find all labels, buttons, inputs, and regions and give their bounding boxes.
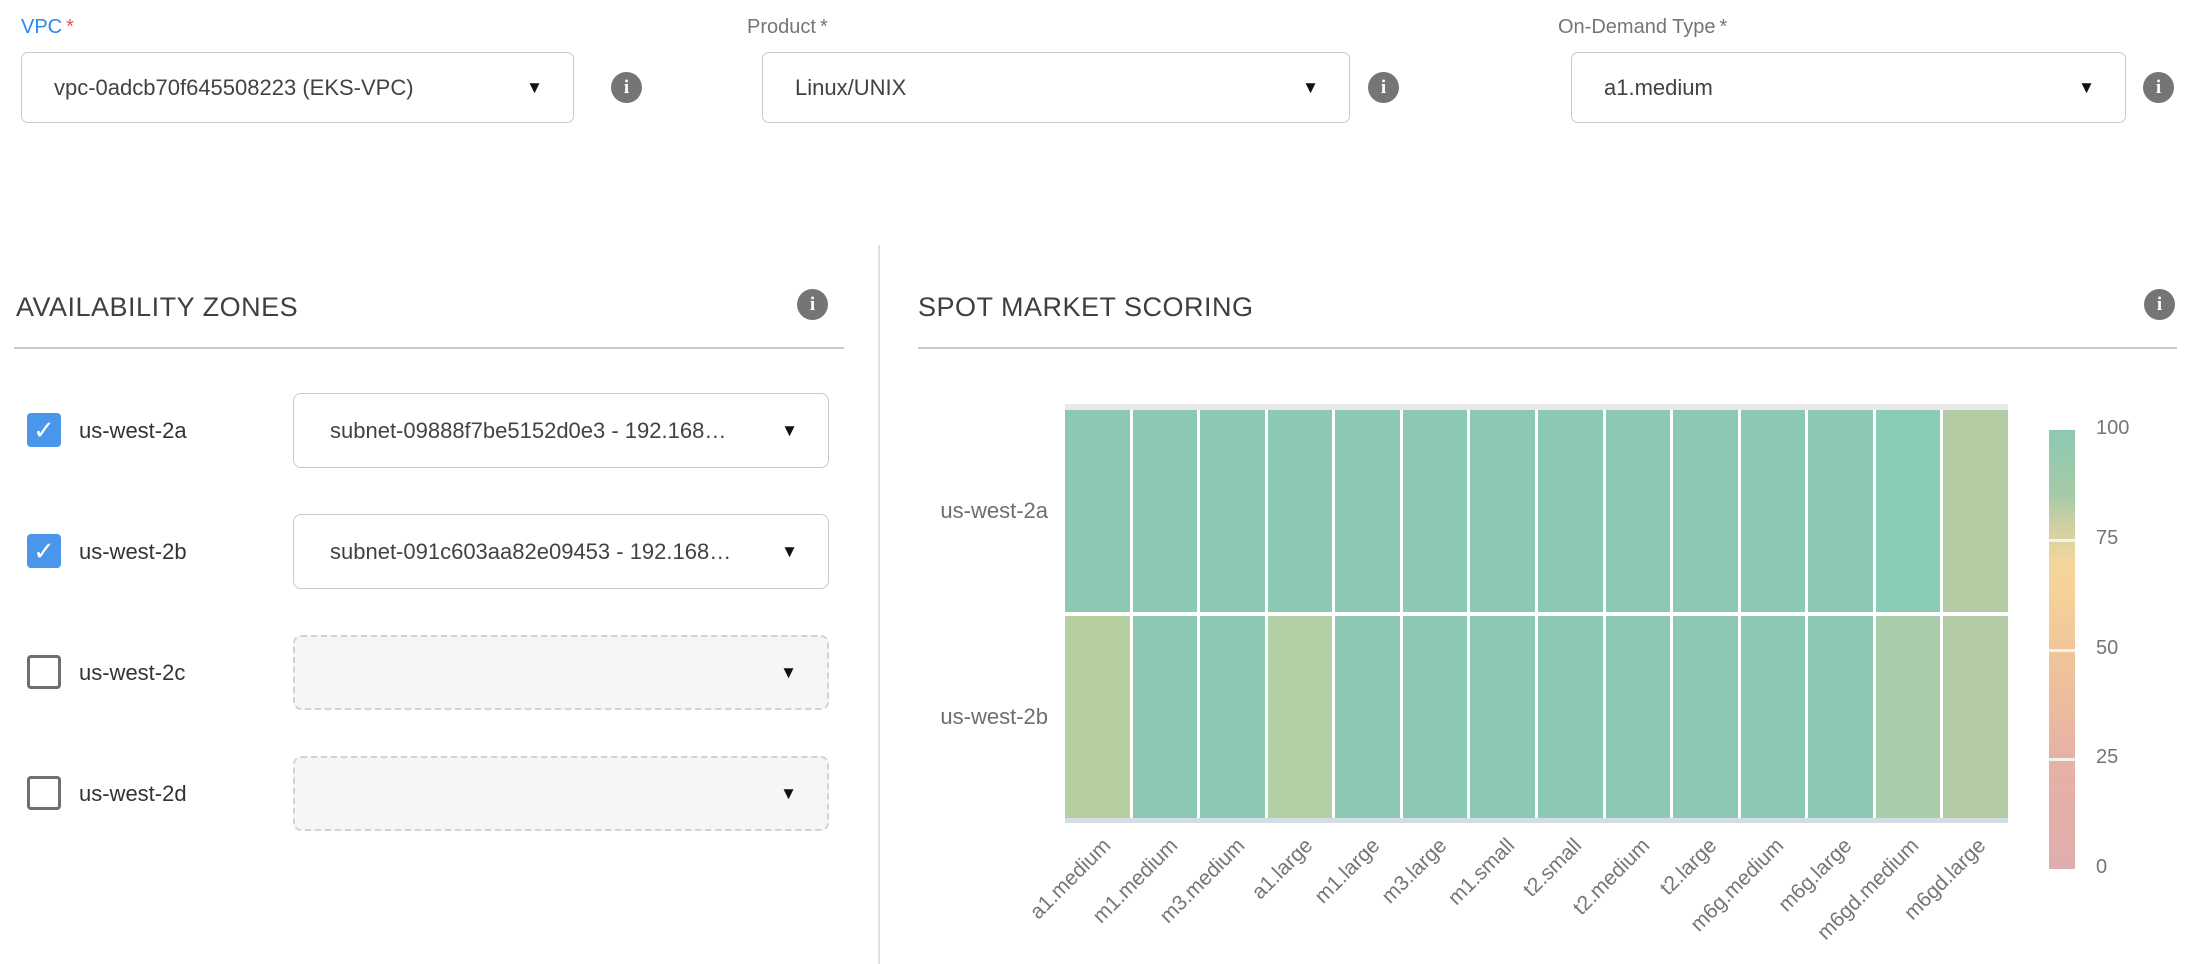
az-subnet-select-us-west-2a[interactable]: subnet-09888f7be5152d0e3 - 192.168… ▼ [293,393,829,468]
az-zone-label: us-west-2a [79,393,187,468]
az-subnet-select-us-west-2d[interactable]: ▼ [293,756,829,831]
az-checkbox-us-west-2a[interactable]: ✓ [27,413,61,447]
heatmap-cell[interactable] [1133,616,1198,818]
spot-market-scoring-title: SPOT MARKET SCORING [918,292,1254,323]
az-subnet-caret-down-icon: ▼ [780,663,797,680]
colorbar-tick-label: 75 [2096,527,2156,550]
spot-market-scoring-divider [918,347,2177,349]
on-demand-type-required-mark: * [1720,16,1728,38]
heatmap-cell[interactable] [1876,410,1941,612]
colorbar-tick-label: 50 [2096,637,2156,660]
vpc-label: VPC* [21,16,74,39]
on-demand-type-caret-down-icon: ▼ [2078,78,2095,95]
heatmap-cell[interactable] [1876,616,1941,818]
product-label: Product* [747,16,828,39]
heatmap-row-label: us-west-2b [848,704,1048,730]
heatmap-cell[interactable] [1741,410,1806,612]
az-zone-label: us-west-2b [79,514,187,589]
heatmap-cell[interactable] [1943,410,2008,612]
heatmap-x-label: m1.large [1310,834,1385,909]
az-checkbox-us-west-2b[interactable]: ✓ [27,534,61,568]
on-demand-type-info-icon[interactable]: i [2143,72,2174,103]
spot-market-scoring-info-icon[interactable]: i [2144,289,2175,320]
colorbar-tick-line [2049,649,2075,652]
az-row-us-west-2c: us-west-2c ▼ [0,635,844,713]
heatmap-x-label: t2.small [1519,834,1587,902]
vpc-label-text: VPC [21,16,62,38]
az-subnet-caret-down-icon: ▼ [780,784,797,801]
vpc-select-value: vpc-0adcb70f645508223 (EKS-VPC) [54,75,414,101]
spot-instance-config-screen: VPC* vpc-0adcb70f645508223 (EKS-VPC) ▼ i… [0,0,2196,964]
availability-zones-info-icon[interactable]: i [797,289,828,320]
availability-zones-title: AVAILABILITY ZONES [16,292,298,323]
az-subnet-value: subnet-091c603aa82e09453 - 192.168… [330,539,731,565]
colorbar-tick-line [2049,758,2075,761]
heatmap-cell[interactable] [1065,616,1130,818]
heatmap-cell[interactable] [1538,410,1603,612]
heatmap-cell[interactable] [1470,616,1535,818]
az-subnet-value: subnet-09888f7be5152d0e3 - 192.168… [330,418,726,444]
heatmap-cell[interactable] [1538,616,1603,818]
product-required-mark: * [820,16,828,38]
vpc-info-icon[interactable]: i [611,72,642,103]
heatmap-x-label: a1.large [1247,834,1318,905]
on-demand-type-label: On-Demand Type* [1558,16,1727,39]
heatmap-cell[interactable] [1268,616,1333,818]
heatmap-cell[interactable] [1808,616,1873,818]
colorbar-tick-label: 25 [2096,746,2156,769]
availability-zones-divider [14,347,844,349]
spot-score-heatmap [1065,410,2008,818]
on-demand-type-select[interactable]: a1.medium ▼ [1571,52,2126,123]
az-row-us-west-2b: ✓ us-west-2b subnet-091c603aa82e09453 - 19… [0,514,844,592]
heatmap-cell[interactable] [1470,410,1535,612]
heatmap-cell[interactable] [1606,410,1671,612]
product-select-value: Linux/UNIX [795,75,906,101]
heatmap-cell[interactable] [1403,410,1468,612]
heatmap-colorbar [2049,430,2075,869]
colorbar-tick-label: 100 [2096,417,2156,440]
heatmap-x-label: t2.large [1655,834,1722,901]
vpc-required-mark: * [66,16,74,38]
heatmap-cell[interactable] [1606,616,1671,818]
heatmap-cell[interactable] [1200,616,1265,818]
az-checkbox-us-west-2d[interactable] [27,776,61,810]
vpc-caret-down-icon: ▼ [526,78,543,95]
colorbar-tick-label: 0 [2096,856,2156,879]
product-caret-down-icon: ▼ [1302,78,1319,95]
vpc-select[interactable]: vpc-0adcb70f645508223 (EKS-VPC) ▼ [21,52,574,123]
colorbar-tick-line [2049,539,2075,542]
product-label-text: Product [747,16,816,38]
az-row-us-west-2a: ✓ us-west-2a subnet-09888f7be5152d0e3 - 19… [0,393,844,471]
heatmap-x-label: m1.small [1443,834,1519,910]
az-zone-label: us-west-2c [79,635,185,710]
product-info-icon[interactable]: i [1368,72,1399,103]
heatmap-cell[interactable] [1335,410,1400,612]
az-zone-label: us-west-2d [79,756,187,831]
heatmap-row-label: us-west-2a [848,498,1048,524]
az-subnet-caret-down-icon: ▼ [781,421,798,438]
az-subnet-caret-down-icon: ▼ [781,542,798,559]
heatmap-cell[interactable] [1741,616,1806,818]
heatmap-cell[interactable] [1943,616,2008,818]
az-checkbox-us-west-2c[interactable] [27,655,61,689]
az-subnet-select-us-west-2b[interactable]: subnet-091c603aa82e09453 - 192.168… ▼ [293,514,829,589]
on-demand-type-select-value: a1.medium [1604,75,1713,101]
heatmap-cell[interactable] [1673,616,1738,818]
on-demand-type-label-text: On-Demand Type [1558,16,1716,38]
product-select[interactable]: Linux/UNIX ▼ [762,52,1350,123]
az-row-us-west-2d: us-west-2d ▼ [0,756,844,834]
heatmap-x-labels: a1.mediumm1.mediumm3.mediuma1.largem1.la… [1065,826,2008,964]
heatmap-bottom-edge [1065,818,2008,823]
heatmap-cell[interactable] [1065,410,1130,612]
heatmap-cell[interactable] [1268,410,1333,612]
heatmap-cell[interactable] [1133,410,1198,612]
heatmap-cell[interactable] [1200,410,1265,612]
heatmap-x-label: m3.large [1378,834,1453,909]
heatmap-cell[interactable] [1808,410,1873,612]
az-subnet-select-us-west-2c[interactable]: ▼ [293,635,829,710]
panel-divider [878,245,880,964]
heatmap-cell[interactable] [1403,616,1468,818]
heatmap-cell[interactable] [1673,410,1738,612]
heatmap-cell[interactable] [1335,616,1400,818]
